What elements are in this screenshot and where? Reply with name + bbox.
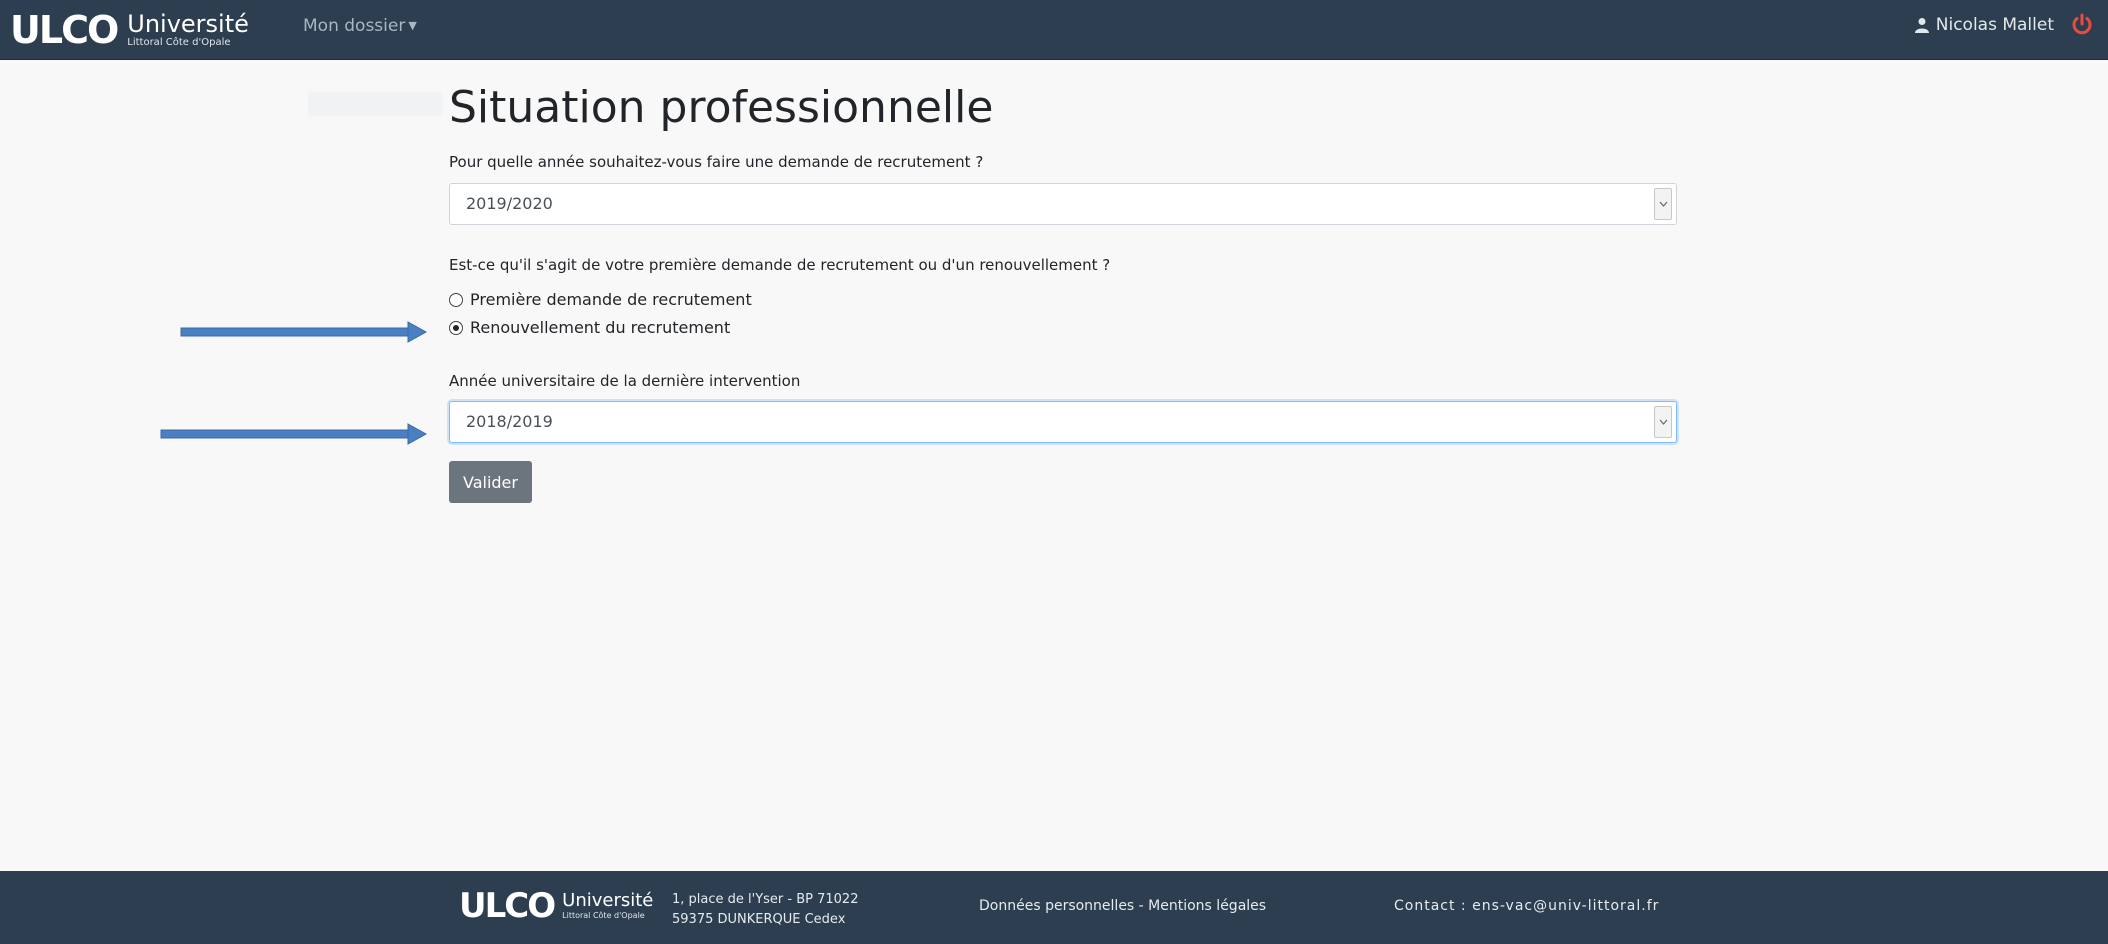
last-intervention-select[interactable]: 2018/2019 [449, 401, 1677, 443]
nav-mon-dossier-label: Mon dossier [303, 16, 406, 36]
nav-mon-dossier-dropdown[interactable]: Mon dossier ▼ [303, 16, 417, 36]
last-intervention-select-value: 2018/2019 [466, 412, 553, 431]
footer-contact[interactable]: Contact : ens-vac@univ-littoral.fr [1394, 898, 1659, 914]
user-icon [1914, 18, 1929, 33]
valider-button[interactable]: Valider [449, 461, 532, 503]
radio-premiere-demande[interactable]: Première demande de recrutement [449, 290, 752, 309]
footer-logo-subtitle: Littoral Côte d'Opale [562, 911, 645, 920]
question-year-label: Pour quelle année souhaitez-vous faire u… [449, 153, 984, 171]
ulco-logo[interactable]: ULCO Université Littoral Côte d'Opale [10, 6, 249, 54]
logo-mark: ULCO [10, 8, 119, 52]
chevron-down-icon [1654, 188, 1672, 220]
year-select-value: 2019/2020 [466, 194, 553, 213]
logo-name: Université [127, 10, 249, 38]
top-navbar: ULCO Université Littoral Côte d'Opale Mo… [0, 0, 2108, 60]
logo-subtitle: Littoral Côte d'Opale [127, 37, 231, 48]
page-title: Situation professionnelle [449, 82, 994, 133]
radio-renouvellement[interactable]: Renouvellement du recrutement [449, 318, 730, 337]
year-select[interactable]: 2019/2020 [449, 183, 1677, 225]
footer: ULCO Université Littoral Côte d'Opale 1,… [0, 871, 2108, 944]
chevron-down-icon [1654, 406, 1672, 438]
radio-button-checked[interactable] [449, 320, 463, 335]
user-menu[interactable]: Nicolas Mallet [1914, 15, 2054, 35]
question-last-label: Année universitaire de la dernière inter… [449, 372, 801, 390]
footer-address: 1, place de l'Yser - BP 71022 59375 DUNK… [672, 890, 858, 930]
footer-logo-mark: ULCO [459, 886, 556, 926]
question-type-label: Est-ce qu'il s'agit de votre première de… [449, 256, 1111, 274]
power-logout-icon[interactable] [2070, 12, 2094, 36]
radio-premiere-label: Première demande de recrutement [470, 290, 752, 309]
caret-down-icon: ▼ [408, 19, 417, 32]
address-line-2: 59375 DUNKERQUE Cedex [672, 912, 846, 927]
annotation-arrow-icon [160, 423, 428, 445]
annotation-arrow-icon [180, 321, 428, 343]
footer-logo-name: Université [562, 890, 654, 911]
radio-renouvellement-label: Renouvellement du recrutement [470, 318, 731, 337]
faded-breadcrumb [308, 92, 443, 116]
footer-logo: ULCO Université Littoral Côte d'Opale [459, 889, 653, 923]
radio-button[interactable] [449, 292, 463, 307]
address-line-1: 1, place de l'Yser - BP 71022 [672, 892, 859, 907]
footer-legal-links[interactable]: Données personnelles - Mentions légales [979, 898, 1266, 914]
user-name: Nicolas Mallet [1935, 15, 2054, 35]
